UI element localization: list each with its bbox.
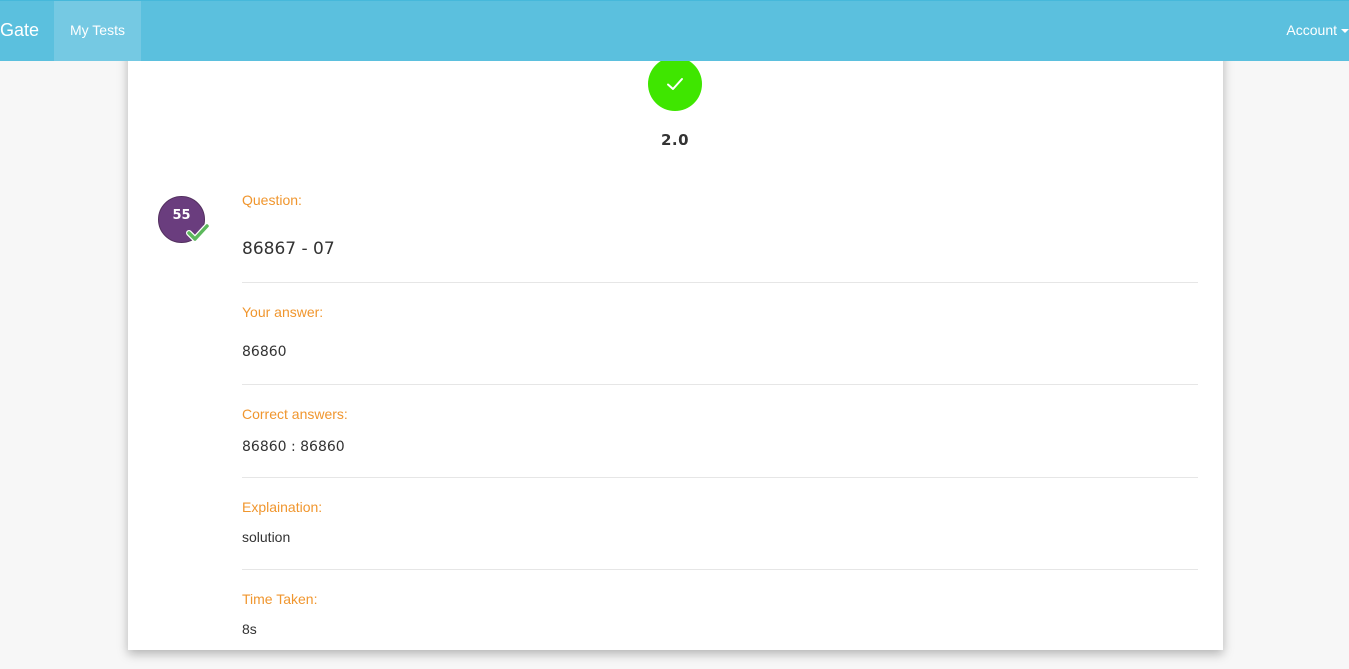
nav-tab-my-tests[interactable]: My Tests [54, 1, 141, 61]
explanation-label: Explaination: [242, 499, 323, 515]
divider [242, 282, 1198, 283]
divider [242, 384, 1198, 385]
check-badge-icon [186, 223, 210, 242]
time-taken-value: 8s [242, 621, 257, 637]
correct-answers-value: 86860 : 86860 [242, 439, 345, 455]
caret-down-icon [1341, 29, 1349, 34]
question-label: Question: [242, 192, 302, 208]
result-card: 2.0 55 Question: 86867 - 07 Your answer:… [128, 40, 1223, 650]
explanation-value: solution [242, 529, 291, 545]
divider [242, 477, 1198, 478]
divider [242, 569, 1198, 570]
your-answer-value: 86860 [242, 344, 287, 360]
question-text: 86867 - 07 [242, 239, 335, 259]
your-answer-label: Your answer: [242, 304, 324, 320]
account-label: Account [1286, 22, 1337, 38]
correct-answers-label: Correct answers: [242, 406, 348, 422]
time-taken-label: Time Taken: [242, 591, 318, 607]
check-icon [667, 78, 683, 90]
account-menu[interactable]: Account [1286, 1, 1349, 61]
navbar: Gate My Tests Account [0, 0, 1349, 61]
score-status-circle [648, 57, 702, 111]
score-value: 2.0 [660, 131, 690, 149]
brand[interactable]: Gate [0, 1, 39, 61]
